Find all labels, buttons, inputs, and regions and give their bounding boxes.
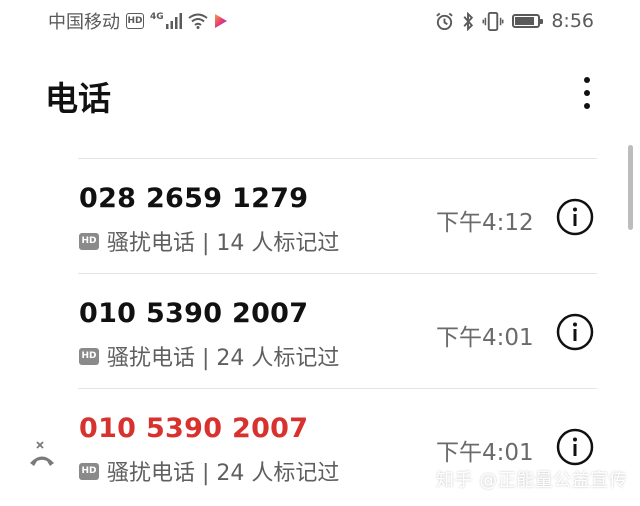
call-time: 下午4:12 bbox=[436, 210, 534, 236]
vibrate-icon bbox=[482, 11, 504, 31]
alarm-icon bbox=[436, 12, 454, 30]
call-log-item[interactable]: 010 5390 2007 HD 骚扰电话 | 24 人标记过 下午4:01 bbox=[0, 274, 640, 388]
hd-call-icon: HD bbox=[79, 462, 99, 480]
call-subtitle: HD 骚扰电话 | 24 人标记过 bbox=[79, 455, 339, 487]
spam-label: 骚扰电话 | 24 人标记过 bbox=[107, 461, 340, 486]
network-type: 4G bbox=[150, 12, 164, 22]
call-time: 下午4:01 bbox=[436, 325, 534, 351]
call-time: 下午4:01 bbox=[436, 440, 534, 466]
bluetooth-icon bbox=[463, 11, 474, 31]
phone-number: 010 5390 2007 bbox=[79, 413, 309, 444]
phone-number: 028 2659 1279 bbox=[79, 183, 309, 214]
hd-call-icon: HD bbox=[79, 347, 99, 365]
status-right: 8:56 bbox=[435, 9, 594, 33]
info-icon[interactable] bbox=[556, 198, 594, 236]
signal-icon bbox=[165, 13, 182, 29]
battery-level bbox=[515, 17, 535, 25]
page-title: 电话 bbox=[45, 79, 111, 118]
music-icon bbox=[214, 14, 227, 28]
more-vertical-icon bbox=[584, 90, 590, 96]
more-options-button[interactable] bbox=[574, 73, 600, 113]
status-left: 中国移动 HD 4G bbox=[48, 9, 228, 33]
call-subtitle: HD 骚扰电话 | 14 人标记过 bbox=[79, 225, 339, 257]
info-icon[interactable] bbox=[556, 313, 594, 351]
more-vertical-icon bbox=[584, 103, 590, 109]
call-log-item[interactable]: 028 2659 1279 HD 骚扰电话 | 14 人标记过 下午4:12 bbox=[0, 159, 640, 273]
more-vertical-icon bbox=[584, 77, 590, 83]
phone-number: 010 5390 2007 bbox=[79, 298, 309, 329]
wifi-icon bbox=[188, 13, 208, 29]
missed-call-icon bbox=[30, 441, 54, 466]
info-icon[interactable] bbox=[556, 428, 594, 466]
watermark: 知乎 @正能量公益宣传 bbox=[436, 470, 628, 491]
carrier-name: 中国移动 bbox=[48, 12, 120, 33]
battery-icon bbox=[512, 14, 544, 28]
hd-icon: HD bbox=[126, 13, 144, 29]
hd-call-icon: HD bbox=[79, 232, 99, 250]
spam-label: 骚扰电话 | 24 人标记过 bbox=[107, 346, 340, 371]
clock: 8:56 bbox=[551, 10, 594, 32]
call-subtitle: HD 骚扰电话 | 24 人标记过 bbox=[79, 340, 339, 372]
status-bar: 中国移动 HD 4G 8:56 bbox=[0, 0, 640, 44]
spam-label: 骚扰电话 | 14 人标记过 bbox=[107, 231, 340, 256]
